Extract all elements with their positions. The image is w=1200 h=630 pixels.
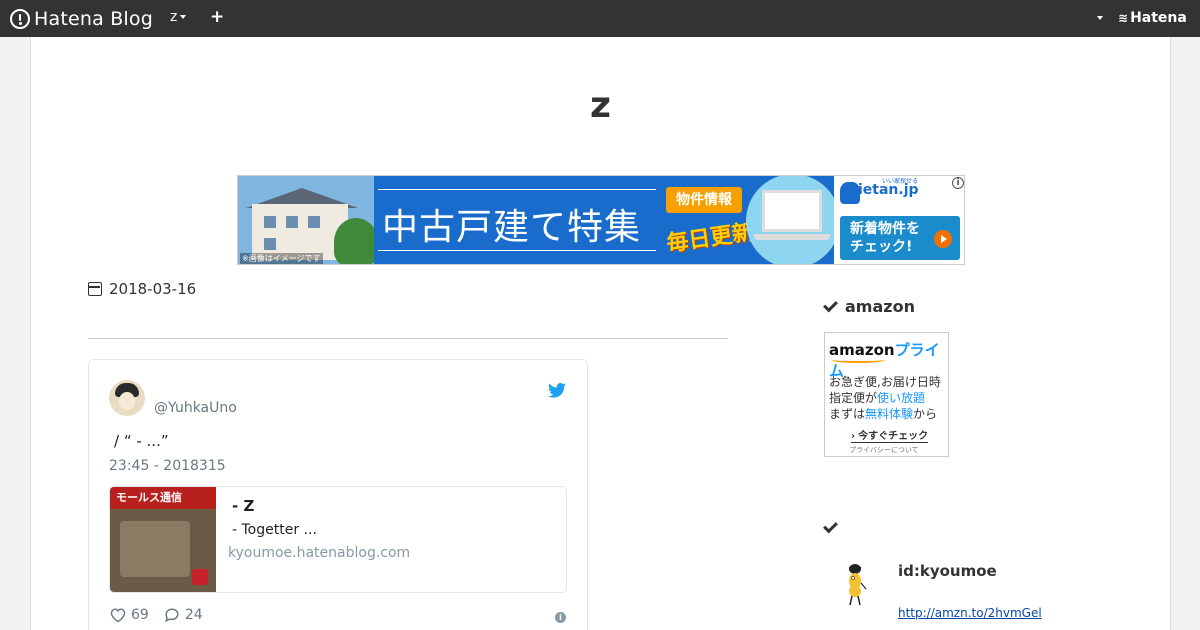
tweet-handle[interactable]: @YuhkaUno (154, 400, 237, 416)
tweet-actions: 69 24 (109, 607, 203, 623)
check-new-listings-button[interactable]: 新着物件を チェック! (840, 216, 960, 260)
hatena-brand-label: Hatena (1130, 10, 1187, 26)
profile-id[interactable]: id:kyoumoe (898, 562, 997, 580)
prime-check-now-link[interactable]: 今すぐチェック (851, 427, 929, 443)
like-count[interactable]: 69 (131, 607, 149, 623)
amazon-smile-icon (831, 357, 885, 363)
link-card-description: - Togetter ... (232, 522, 317, 538)
embedded-tweet[interactable]: @YuhkaUno / “ - ...” 23:45 - 2018315 モール… (88, 359, 588, 630)
house-image: ※画像はイメージです (238, 176, 374, 264)
main-container: z ※画像はイメージです 中古戸建て特集 物件情報 毎日更新 いい家探せる ie… (30, 37, 1171, 630)
link-card-thumbnail: モールス通信 (110, 487, 216, 592)
article-date[interactable]: 2018-03-16 (88, 280, 196, 298)
prime-line-3: まずは無料体験から (829, 407, 938, 421)
ietan-logo: ietan.jp (858, 182, 919, 198)
banner-headline: 中古戸建て特集 (382, 207, 642, 248)
prime-line-1: お急ぎ便,お届け日時 (829, 375, 941, 389)
new-post-button[interactable]: + (210, 7, 224, 27)
reply-icon[interactable] (163, 607, 181, 623)
tweet-text: / “ - ...” (114, 432, 169, 450)
banner-ad[interactable]: ※画像はイメージです 中古戸建て特集 物件情報 毎日更新 いい家探せる ieta… (237, 175, 965, 265)
amazon-prime-ad[interactable]: amazonプライム お急ぎ便,お届け日時 指定便が使い放題 まずは無料体験から… (824, 332, 949, 457)
calendar-icon (88, 282, 102, 296)
peanut-mascot-icon[interactable] (842, 563, 868, 607)
image-note: ※画像はイメージです (240, 253, 323, 264)
play-arrow-icon (934, 230, 952, 248)
banner-ad-main[interactable]: ※画像はイメージです 中古戸建て特集 物件情報 毎日更新 (238, 176, 840, 264)
property-info-badge: 物件情報 (666, 187, 742, 213)
link-card-domain: kyoumoe.hatenablog.com (228, 545, 411, 561)
article-date-text: 2018-03-16 (109, 280, 197, 298)
user-menu-chevron-icon[interactable] (1097, 16, 1103, 20)
hatena-mark-icon: ≋ (1118, 11, 1129, 25)
link-card-title: - Z (232, 497, 255, 515)
ietan-mascot-icon (840, 182, 860, 204)
sidebar-heading-amazon: amazon (823, 297, 915, 316)
prime-privacy-link[interactable]: プライバシーについて (849, 445, 919, 455)
hatena-brand-link[interactable]: ≋ Hatena (1118, 10, 1187, 26)
heart-icon[interactable] (109, 607, 127, 623)
ad-info-icon[interactable]: i (952, 177, 964, 189)
blog-title[interactable]: z (31, 85, 1170, 126)
top-bar: Hatena Blog z + ≋ Hatena (0, 0, 1200, 37)
check-icon (823, 297, 838, 313)
blog-switcher-label: z (170, 9, 178, 25)
sidebar-heading-amazon-label: amazon (845, 297, 915, 316)
profile-link[interactable]: http://amzn.to/2hvmGel (898, 606, 1042, 620)
link-card[interactable]: モールス通信 - Z - Togetter ... kyoumoe.hatena… (109, 486, 567, 593)
sidebar-heading-profile (823, 518, 845, 534)
chevron-down-icon (180, 15, 187, 19)
reply-count[interactable]: 24 (185, 607, 203, 623)
ietan-panel[interactable]: いい家探せる ietan.jp 新着物件を チェック! (834, 176, 964, 264)
avatar[interactable] (109, 380, 145, 416)
twitter-bird-icon[interactable] (548, 383, 566, 398)
divider (88, 338, 728, 339)
blog-switcher[interactable]: z (170, 9, 187, 25)
daily-update-badge: 毎日更新 (665, 219, 756, 257)
check-icon (823, 518, 838, 534)
tweet-timestamp[interactable]: 23:45 - 2018315 (109, 458, 226, 474)
hatena-logo-icon (10, 9, 30, 29)
logo-text: Hatena Blog (34, 8, 153, 30)
prime-line-2: 指定便が使い放題 (829, 391, 926, 405)
hatena-blog-logo[interactable]: Hatena Blog (10, 7, 153, 31)
thumbnail-title: モールス通信 (110, 487, 216, 509)
tweet-info-icon[interactable]: i (555, 612, 566, 623)
